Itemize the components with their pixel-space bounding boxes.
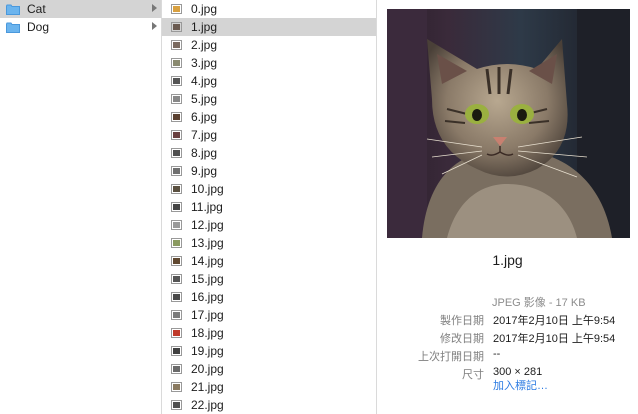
folder-icon [6,22,20,33]
file-item[interactable]: 16.jpg [162,288,376,306]
file-label: 19.jpg [191,344,224,358]
file-item[interactable]: 19.jpg [162,342,376,360]
file-label: 2.jpg [191,38,218,52]
file-item[interactable]: 5.jpg [162,90,376,108]
file-item[interactable]: 2.jpg [162,36,376,54]
file-info: 製作日期 2017年2月10日 上午9:54 修改日期 2017年2月10日 上… [377,310,638,382]
file-column: 0.jpg 1.jpg 2.jpg 3.jpg 4.jpg 5.jpg 6.jpg 7.jpg… [162,0,377,414]
file-label: 18.jpg [191,326,224,340]
info-value: 2017年2月10日 上午9:54 [493,333,616,345]
file-item[interactable]: 7.jpg [162,126,376,144]
file-label: 0.jpg [191,2,218,16]
image-thumbnail-icon [171,202,182,212]
file-label: 22.jpg [191,398,224,412]
image-thumbnail-icon [171,310,182,320]
chevron-right-icon [152,22,157,30]
file-item[interactable]: 17.jpg [162,306,376,324]
file-item[interactable]: 22.jpg [162,396,376,414]
image-thumbnail-icon [171,58,182,68]
file-label: 1.jpg [191,20,218,34]
chevron-right-icon [152,4,157,12]
file-label: 10.jpg [191,182,224,196]
file-label: 11.jpg [191,200,223,214]
add-tags-link[interactable]: 加入標記… [493,377,548,393]
file-label: 6.jpg [191,110,218,124]
file-label: 14.jpg [191,254,224,268]
image-thumbnail-icon [171,112,182,122]
image-thumbnail-icon [171,22,182,32]
file-item[interactable]: 4.jpg [162,72,376,90]
folder-label: Dog [27,20,50,34]
file-item[interactable]: 15.jpg [162,270,376,288]
folder-item-cat[interactable]: Cat [0,0,161,18]
image-thumbnail-icon [171,166,182,176]
image-thumbnail-icon [171,4,182,14]
file-label: 4.jpg [191,74,218,88]
info-row-created: 製作日期 2017年2月10日 上午9:54 [377,310,638,328]
file-item[interactable]: 14.jpg [162,252,376,270]
folder-label: Cat [27,2,46,16]
image-thumbnail-icon [171,382,182,392]
file-label: 13.jpg [191,236,224,250]
file-item[interactable]: 0.jpg [162,0,376,18]
file-item[interactable]: 6.jpg [162,108,376,126]
file-label: 3.jpg [191,56,218,70]
folder-item-dog[interactable]: Dog [0,18,161,36]
file-item[interactable]: 21.jpg [162,378,376,396]
image-thumbnail-icon [171,148,182,158]
file-label: 15.jpg [191,272,224,286]
file-item[interactable]: 12.jpg [162,216,376,234]
image-thumbnail-icon [171,238,182,248]
file-label: 16.jpg [191,290,224,304]
file-item[interactable]: 3.jpg [162,54,376,72]
file-label: 9.jpg [191,164,218,178]
file-label: 12.jpg [191,218,224,232]
file-item[interactable]: 13.jpg [162,234,376,252]
file-item[interactable]: 20.jpg [162,360,376,378]
file-label: 17.jpg [191,308,224,322]
image-thumbnail-icon [171,400,182,410]
cat-preview-image [387,9,630,238]
image-thumbnail-icon [171,346,182,356]
info-key: 修改日期 [440,333,484,345]
info-row-last-opened: 上次打開日期 -- [377,346,638,364]
image-thumbnail-icon [171,76,182,86]
info-row-modified: 修改日期 2017年2月10日 上午9:54 [377,328,638,346]
file-kind: JPEG 影像 - 17 KB [492,297,586,309]
image-thumbnail-icon [171,130,182,140]
image-thumbnail-icon [171,40,182,50]
preview-filename: 1.jpg [492,252,523,268]
image-thumbnail-icon [171,292,182,302]
file-item[interactable]: 11.jpg [162,198,376,216]
info-value: 2017年2月10日 上午9:54 [493,315,616,327]
file-label: 5.jpg [191,92,218,106]
image-thumbnail-icon [171,364,182,374]
file-label: 8.jpg [191,146,218,160]
folder-icon [6,4,20,15]
file-item[interactable]: 8.jpg [162,144,376,162]
file-item[interactable]: 1.jpg [162,18,376,36]
info-key: 上次打開日期 [418,351,484,363]
image-thumbnail-icon [171,274,182,284]
image-thumbnail-icon [171,220,182,230]
image-thumbnail-icon [171,94,182,104]
preview-pane: 1.jpg JPEG 影像 - 17 KB 製作日期 2017年2月10日 上午… [377,0,638,414]
image-thumbnail-icon [171,256,182,266]
file-label: 21.jpg [191,380,224,394]
info-value: -- [493,348,501,360]
folder-column: Cat Dog [0,0,162,414]
info-key: 製作日期 [440,315,484,327]
file-item[interactable]: 9.jpg [162,162,376,180]
file-item[interactable]: 18.jpg [162,324,376,342]
file-item[interactable]: 10.jpg [162,180,376,198]
image-thumbnail-icon [171,184,182,194]
file-label: 7.jpg [191,128,218,142]
file-label: 20.jpg [191,362,224,376]
info-key: 尺寸 [462,369,484,381]
image-thumbnail-icon [171,328,182,338]
